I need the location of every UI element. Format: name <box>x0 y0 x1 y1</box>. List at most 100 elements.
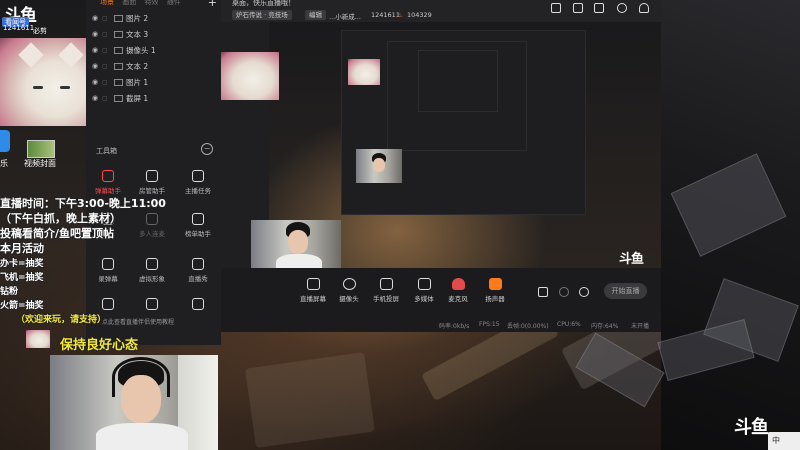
lock-icon[interactable]: ▢ <box>102 31 112 38</box>
room-id: 1241611 <box>3 24 35 32</box>
text-icon <box>114 62 123 70</box>
tool-download[interactable] <box>178 298 218 313</box>
image-icon <box>114 78 123 86</box>
tab-plugins[interactable]: 插件 <box>167 0 181 6</box>
download-icon <box>192 298 204 310</box>
mini-cat-icon <box>26 330 50 348</box>
control-bar: 直播屏幕 摄像头 手机投屏 多媒体 麦克风 扬声器 开始直播 <box>221 268 661 318</box>
lock-icon[interactable]: ▢ <box>102 95 112 102</box>
source-name: 文本 3 <box>126 29 149 39</box>
eye-icon[interactable]: ◉ <box>92 94 102 102</box>
screenshot-icon <box>114 94 123 102</box>
source-item[interactable]: ◉ ▢ 图片 1 <box>92 75 216 89</box>
record-icon[interactable] <box>538 287 548 297</box>
tab-frame[interactable]: 画面 <box>122 0 136 6</box>
tool-label: 主播任务 <box>185 187 211 195</box>
source-item[interactable]: ◉ ▢ 截屏 1 <box>92 91 216 105</box>
source-item[interactable]: ◉ ▢ 摄像头 1 <box>92 43 216 57</box>
task-icon <box>192 170 204 182</box>
tutorial-hint[interactable]: 点此查看直播伴侣使用教程 <box>102 317 174 326</box>
app-icon[interactable] <box>0 130 10 152</box>
camera-icon <box>342 278 356 290</box>
settings-icon[interactable] <box>617 3 627 13</box>
preview-brand-mark: 斗鱼 <box>619 252 644 267</box>
fire-icon: ♨ <box>397 11 403 19</box>
eye-icon[interactable]: ◉ <box>92 46 102 54</box>
lock-icon[interactable]: ▢ <box>102 47 112 54</box>
stream-title: ...小新成... <box>329 13 361 21</box>
screen-button[interactable]: 直播屏幕 <box>293 278 333 303</box>
edit-chip[interactable]: 编辑 <box>305 10 326 20</box>
lock-icon[interactable]: ▢ <box>102 15 112 22</box>
control-label: 麦克风 <box>448 295 468 303</box>
settings-icon[interactable] <box>579 287 589 297</box>
room-admin-icon <box>146 170 158 182</box>
nested-cat-image <box>348 59 380 85</box>
speaker-button[interactable]: 扬声器 <box>475 278 515 303</box>
text-icon <box>114 30 123 38</box>
tool-ranking[interactable]: 榜单助手 <box>178 213 218 238</box>
control-label: 手机投屏 <box>373 295 399 303</box>
tool-extra[interactable] <box>88 298 128 313</box>
face <box>288 230 308 254</box>
control-label: 多媒体 <box>414 295 434 303</box>
douyu-watermark: 斗鱼 <box>734 417 769 438</box>
category-chip[interactable]: 炉石传说 · 竞技场 <box>232 10 292 20</box>
tool-extra[interactable] <box>132 298 172 313</box>
start-live-button[interactable]: 开始直播 <box>604 283 647 299</box>
tool-avatar[interactable]: 虚拟形象 <box>132 258 172 283</box>
eye-icon[interactable]: ◉ <box>92 78 102 86</box>
preview-canvas[interactable]: 斗鱼 <box>221 22 661 268</box>
plus-icon[interactable]: + <box>208 0 217 9</box>
tool-room-admin[interactable]: 房管助手 <box>132 170 172 195</box>
timer-icon[interactable] <box>559 287 569 297</box>
lock-icon[interactable]: ▢ <box>102 63 112 70</box>
ranking-icon <box>192 213 204 225</box>
memory: 内存:64% <box>591 323 619 330</box>
room-number: 1241611 <box>371 11 400 19</box>
source-item[interactable]: ◉ ▢ 图片 2 <box>92 11 216 25</box>
eye-icon[interactable]: ◉ <box>92 14 102 22</box>
eye-icon[interactable]: ◉ <box>92 62 102 70</box>
source-item[interactable]: ◉ ▢ 文本 2 <box>92 59 216 73</box>
source-item[interactable]: ◉ ▢ 文本 3 <box>92 27 216 41</box>
top-message: 桌面，快乐直播哦！ <box>232 0 295 7</box>
heat-value: 104329 <box>407 11 432 19</box>
tool-record-danmaku[interactable]: 录弹幕 <box>88 258 128 283</box>
tool-label: 房管助手 <box>139 187 165 195</box>
show-icon <box>192 258 204 270</box>
lock-icon[interactable]: ▢ <box>102 79 112 86</box>
ime-indicator[interactable]: 中 <box>768 432 800 450</box>
speaker-icon <box>488 278 502 290</box>
tool-task[interactable]: 主播任务 <box>178 170 218 195</box>
shirt <box>276 254 322 268</box>
nested-webcam <box>356 149 402 183</box>
nested-studio <box>341 30 586 215</box>
tool-show[interactable]: 直播秀 <box>178 258 218 283</box>
tool-label: 直播秀 <box>188 275 208 283</box>
tool-multi-mic[interactable]: 多人连麦 <box>132 213 172 238</box>
collapse-icon[interactable]: − <box>201 143 213 155</box>
fps: FPS:15 <box>479 321 500 328</box>
cat-eye <box>60 86 70 89</box>
bell-icon[interactable] <box>639 3 649 13</box>
mic-button[interactable]: 麦克风 <box>438 278 478 303</box>
cover-thumbnail[interactable] <box>27 140 55 158</box>
shirt <box>96 423 188 450</box>
home-icon[interactable] <box>551 3 561 13</box>
event-line: 飞机=抽奖 <box>0 273 44 283</box>
lock-icon[interactable] <box>573 3 583 13</box>
gift-icon[interactable] <box>594 3 604 13</box>
eye-icon[interactable]: ◉ <box>92 30 102 38</box>
tool-icon-2 <box>146 298 158 310</box>
phone-cast-button[interactable]: 手机投屏 <box>366 278 406 303</box>
support-note: （欢迎来玩，请支持） <box>16 315 107 325</box>
tool-danmaku[interactable]: 弹幕助手 <box>88 170 128 195</box>
cover-label: 视频封面 <box>24 159 56 168</box>
tab-effects[interactable]: 特效 <box>144 0 158 6</box>
camera-button[interactable]: 摄像头 <box>329 278 369 303</box>
cpu: CPU:6% <box>557 321 581 328</box>
tool-label: 榜单助手 <box>185 230 211 238</box>
nested-cat-image <box>221 52 279 100</box>
tab-scene[interactable]: 场景 <box>100 0 114 6</box>
